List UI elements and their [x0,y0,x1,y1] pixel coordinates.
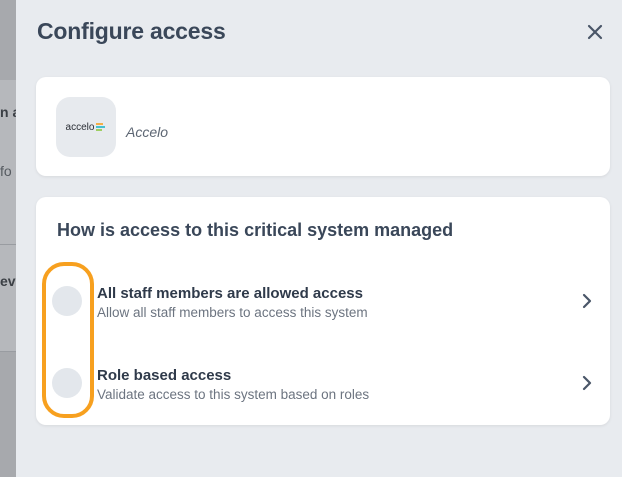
chevron-right-icon[interactable] [580,373,594,393]
option-role-based[interactable]: Role based access Validate access to thi… [36,349,610,409]
close-button[interactable] [582,19,608,45]
option-title: Role based access [97,367,232,384]
option-description: Validate access to this system based on … [97,387,370,402]
app-name: Accelo [126,124,169,140]
background-text: n a [0,104,16,120]
option-description: Allow all staff members to access this s… [97,305,368,320]
option-title: All staff members are allowed access [97,285,363,302]
background-text: evi [0,273,16,289]
radio-button[interactable] [52,286,82,316]
chevron-right-icon[interactable] [580,291,594,311]
background-card [0,245,16,352]
app-card: accelo Accelo [36,77,610,176]
app-logo: accelo [56,97,116,157]
access-question-card: How is access to this critical system ma… [36,197,610,425]
app-logo-text: accelo [65,121,95,133]
option-all-staff[interactable]: All staff members are allowed access All… [36,267,610,327]
close-icon [587,24,603,40]
accelo-logo-icon [96,123,106,131]
background-text: fo [0,163,12,179]
radio-button[interactable] [52,368,82,398]
background-page: n a fo evi [0,0,16,477]
question-text: How is access to this critical system ma… [57,220,454,240]
configure-access-drawer: Configure access accelo Accelo How is ac… [16,0,622,477]
drawer-title: Configure access [37,18,226,44]
